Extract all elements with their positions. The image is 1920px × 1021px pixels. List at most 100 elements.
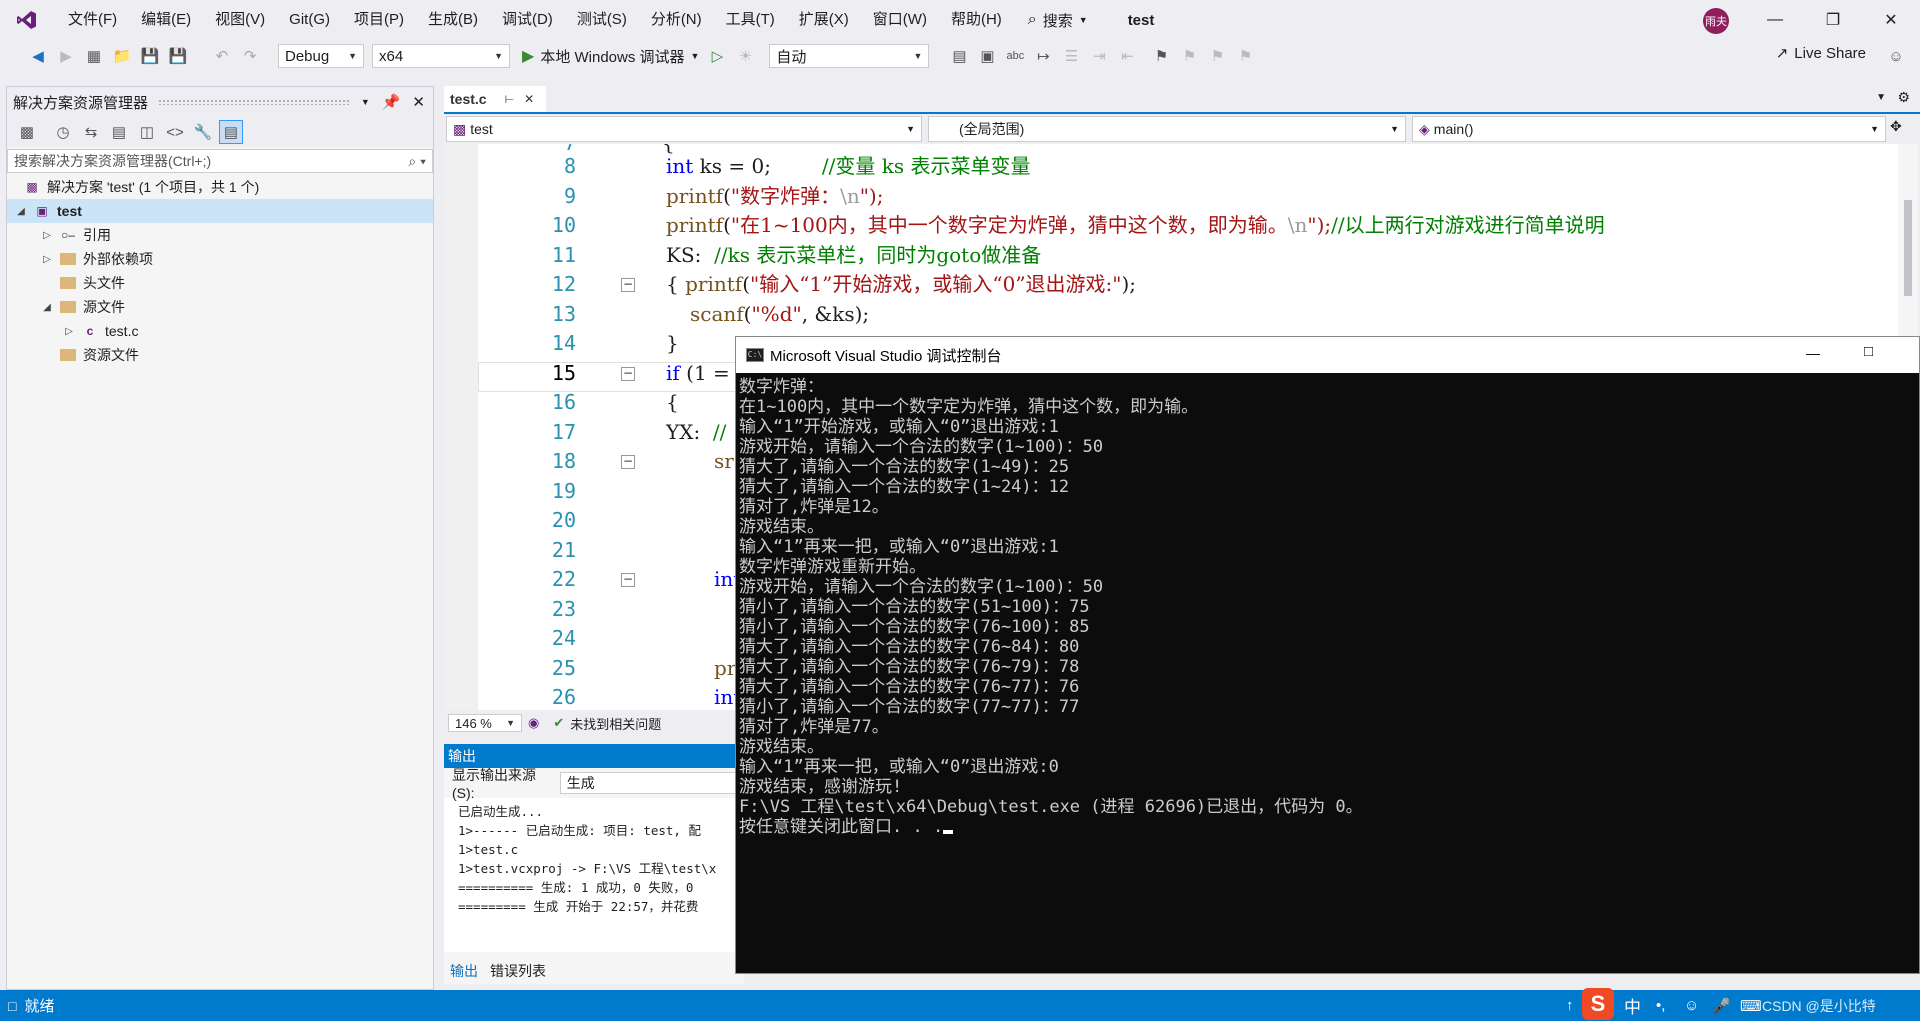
ime-logo-icon[interactable]: S	[1582, 988, 1614, 1020]
collapse-icon[interactable]: −	[621, 278, 635, 292]
menu-build[interactable]: 生成(B)	[416, 0, 490, 40]
hot-reload-icon[interactable]: ☀	[733, 44, 757, 68]
collapse-icon[interactable]: −	[621, 455, 635, 469]
indicator-margin[interactable]	[444, 144, 478, 710]
platform-select[interactable]: x64 ▼	[372, 44, 510, 68]
console-title-bar[interactable]: C:\ Microsoft Visual Studio 调试控制台 — □	[736, 337, 1919, 373]
tree-item-references[interactable]: ▷ ○– 引用	[7, 223, 433, 247]
output-source-select[interactable]: 生成	[559, 772, 744, 794]
sync-icon[interactable]: ⇆	[79, 120, 103, 144]
issues-status[interactable]: 未找到相关问题	[570, 714, 661, 733]
close-icon[interactable]: ✕	[524, 92, 534, 106]
next-bookmark-icon[interactable]: ⚑	[1205, 44, 1229, 68]
browse-icon[interactable]: ▤	[947, 44, 971, 68]
menu-debug[interactable]: 调试(D)	[490, 0, 565, 40]
project-node[interactable]: ◢ ▣ test	[7, 199, 433, 223]
menu-help[interactable]: 帮助(H)	[939, 0, 1014, 40]
tab-list-icon[interactable]: ▼	[1876, 92, 1886, 103]
live-share-button[interactable]: ↗ Live Share	[1776, 44, 1866, 63]
keyboard-icon[interactable]: ⌨	[1740, 997, 1762, 1015]
ime-mode[interactable]: 中	[1624, 993, 1641, 1018]
tree-item-source-files[interactable]: ◢ 源文件	[7, 295, 433, 319]
panel-grip[interactable]	[158, 99, 351, 105]
comment-icon[interactable]: ☰	[1059, 44, 1083, 68]
output-text[interactable]: 已启动生成... 1>------ 已启动生成: 项目: test, 配 1>tes…	[444, 798, 744, 952]
collapsed-arrow-icon[interactable]: ▷	[41, 230, 53, 241]
preview-icon[interactable]: ▤	[219, 120, 243, 144]
spell-check-icon[interactable]: abc	[1003, 44, 1027, 68]
arrow-up-icon[interactable]: ↑	[1566, 997, 1574, 1014]
menu-test[interactable]: 测试(S)	[565, 0, 639, 40]
code-cleanup-icon[interactable]: ◉	[528, 715, 539, 731]
start-without-debugging-icon[interactable]: ▷	[705, 44, 729, 68]
back-icon[interactable]: ◀	[26, 44, 50, 68]
indent-icon[interactable]: ⇥	[1087, 44, 1111, 68]
bookmark-icon[interactable]: ⚑	[1149, 44, 1173, 68]
solution-search-input[interactable]: 搜索解决方案资源管理器(Ctrl+;) ⌕ ▾	[7, 149, 433, 173]
scope-nav-dropdown[interactable]: (全局范围) ▼	[928, 116, 1406, 142]
layout-icon[interactable]: ▣	[975, 44, 999, 68]
member-nav-dropdown[interactable]: ◈ main() ▼	[1412, 116, 1886, 142]
minimize-button[interactable]: —	[1806, 345, 1820, 361]
chevron-down-icon[interactable]: ▼	[361, 97, 370, 107]
collapse-icon[interactable]: −	[621, 366, 635, 381]
menu-git[interactable]: Git(G)	[277, 0, 342, 40]
save-icon[interactable]: 💾	[138, 44, 162, 68]
tab-test-c[interactable]: test.c ⊢ ✕	[444, 86, 546, 112]
redo-icon[interactable]: ↷	[238, 44, 262, 68]
collapse-all-icon[interactable]: ▤	[107, 120, 131, 144]
console-output[interactable]: 数字炸弹： 在1~100内，其中一个数字定为炸弹，猜中这个数，即为输。 输入“1”开…	[736, 373, 1919, 841]
menu-file[interactable]: 文件(F)	[56, 0, 129, 40]
prev-bookmark-icon[interactable]: ⚑	[1177, 44, 1201, 68]
menu-window[interactable]: 窗口(W)	[861, 0, 939, 40]
tree-item-test-c[interactable]: ▷ c test.c	[7, 319, 433, 343]
expanded-arrow-icon[interactable]: ◢	[15, 206, 27, 217]
collapse-icon[interactable]: −	[621, 573, 635, 587]
collapsed-arrow-icon[interactable]: ▷	[63, 326, 75, 337]
microphone-icon[interactable]: 🎤	[1712, 997, 1731, 1015]
solution-node[interactable]: ▩ 解决方案 'test' (1 个项目，共 1 个)	[7, 175, 433, 199]
pin-icon[interactable]: ⊢	[505, 93, 515, 106]
open-file-icon[interactable]: 📁	[110, 44, 134, 68]
new-project-icon[interactable]: ▦	[82, 44, 106, 68]
start-debugging-button[interactable]: ▶ 本地 Windows 调试器 ▼	[522, 46, 699, 67]
expanded-arrow-icon[interactable]: ◢	[41, 302, 53, 313]
tree-item-resource-files[interactable]: 资源文件	[7, 343, 433, 367]
menu-edit[interactable]: 编辑(E)	[129, 0, 203, 40]
pin-icon[interactable]: 📌	[382, 93, 401, 111]
switch-views-icon[interactable]: ▩	[15, 120, 39, 144]
emoji-icon[interactable]: ☺	[1684, 997, 1699, 1014]
tab-error-list[interactable]: 错误列表	[484, 961, 552, 981]
split-editor-icon[interactable]: ✥	[1890, 118, 1902, 135]
tree-item-header-files[interactable]: 头文件	[7, 271, 433, 295]
tab-output[interactable]: 输出	[444, 961, 484, 981]
code-view-icon[interactable]: <>	[163, 120, 187, 144]
feedback-icon[interactable]: ☺	[1884, 44, 1908, 68]
tree-item-external-deps[interactable]: ▷ 外部依赖项	[7, 247, 433, 271]
menu-project[interactable]: 项目(P)	[342, 0, 416, 40]
menu-view[interactable]: 视图(V)	[203, 0, 277, 40]
solution-config-select[interactable]: 自动 ▼	[769, 44, 930, 68]
history-icon[interactable]: ◷	[51, 120, 75, 144]
undo-icon[interactable]: ↶	[210, 44, 234, 68]
punctuation-icon[interactable]: •,	[1656, 997, 1665, 1014]
scroll-thumb[interactable]	[1904, 200, 1912, 296]
show-all-files-icon[interactable]: ◫	[135, 120, 159, 144]
search-button[interactable]: ⌕ 搜索 ▼	[1028, 10, 1088, 31]
menu-extensions[interactable]: 扩展(X)	[787, 0, 861, 40]
properties-icon[interactable]: 🔧	[191, 120, 215, 144]
save-all-icon[interactable]: 💾	[166, 44, 190, 68]
project-nav-dropdown[interactable]: ▩ test ▼	[446, 116, 922, 142]
clear-bookmarks-icon[interactable]: ⚑	[1233, 44, 1257, 68]
gear-icon[interactable]: ⚙	[1897, 89, 1910, 106]
forward-icon[interactable]: ▶	[54, 44, 78, 68]
restore-button[interactable]: ❐	[1804, 0, 1862, 40]
collapsed-arrow-icon[interactable]: ▷	[41, 254, 53, 265]
menu-tools[interactable]: 工具(T)	[714, 0, 787, 40]
minimize-button[interactable]: —	[1746, 0, 1804, 40]
debug-console-window[interactable]: C:\ Microsoft Visual Studio 调试控制台 — □ 数字…	[735, 336, 1920, 974]
outdent-icon[interactable]: ⇤	[1115, 44, 1139, 68]
maximize-button[interactable]: □	[1864, 343, 1873, 360]
close-button[interactable]: ✕	[1862, 0, 1920, 40]
avatar[interactable]: 雨夫	[1703, 8, 1729, 34]
